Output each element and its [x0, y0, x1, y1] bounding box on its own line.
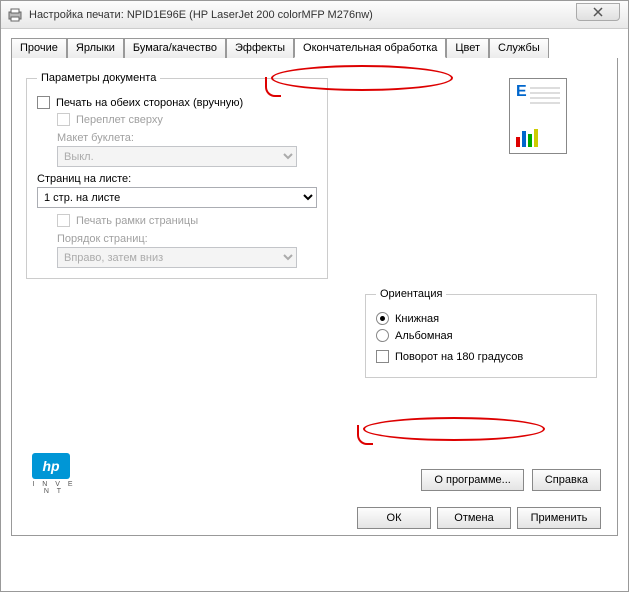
portrait-radio[interactable]	[376, 312, 389, 325]
tab-strip: Прочие Ярлыки Бумага/качество Эффекты Ок…	[11, 38, 618, 59]
tab-color[interactable]: Цвет	[446, 38, 489, 58]
tab-shortcuts[interactable]: Ярлыки	[67, 38, 124, 58]
cancel-button[interactable]: Отмена	[437, 507, 511, 529]
page-preview-icon: E	[509, 78, 567, 154]
docparams-legend: Параметры документа	[37, 72, 160, 84]
about-button[interactable]: О программе...	[421, 469, 523, 491]
print-borders-label: Печать рамки страницы	[76, 215, 198, 227]
client-area: Прочие Ярлыки Бумага/качество Эффекты Ок…	[1, 29, 628, 591]
booklet-layout-select: Выкл.	[57, 146, 297, 167]
flip-top-label: Переплет сверху	[76, 114, 163, 126]
tab-finishing[interactable]: Окончательная обработка	[294, 38, 446, 58]
print-both-sides-label: Печать на обеих сторонах (вручную)	[56, 97, 243, 109]
page-order-select: Вправо, затем вниз	[57, 247, 297, 268]
pages-per-sheet-label: Страниц на листе:	[37, 173, 317, 185]
portrait-label: Книжная	[395, 313, 439, 325]
print-both-sides-checkbox[interactable]	[37, 96, 50, 109]
rotate-180-checkbox[interactable]	[376, 350, 389, 363]
booklet-layout-label: Макет буклета:	[57, 132, 317, 144]
hp-logo-icon: hp I N V E N T	[32, 453, 76, 491]
tab-effects[interactable]: Эффекты	[226, 38, 294, 58]
pages-per-sheet-select[interactable]: 1 стр. на листе	[37, 187, 317, 208]
page-order-label: Порядок страниц:	[57, 233, 317, 245]
landscape-radio[interactable]	[376, 329, 389, 342]
help-button[interactable]: Справка	[532, 469, 601, 491]
rotate-180-label: Поворот на 180 градусов	[395, 351, 523, 363]
close-button[interactable]	[576, 3, 620, 21]
window-title: Настройка печати: NPID1E96E (HP LaserJet…	[29, 9, 373, 21]
printer-icon	[7, 7, 23, 23]
titlebar: Настройка печати: NPID1E96E (HP LaserJet…	[1, 1, 628, 29]
tab-paper-quality[interactable]: Бумага/качество	[124, 38, 226, 58]
tab-services[interactable]: Службы	[489, 38, 549, 58]
flip-top-checkbox	[57, 113, 70, 126]
tab-panel: Параметры документа Печать на обеих стор…	[11, 58, 618, 536]
ok-button[interactable]: ОК	[357, 507, 431, 529]
print-borders-checkbox	[57, 214, 70, 227]
orientation-legend: Ориентация	[376, 288, 446, 300]
landscape-label: Альбомная	[395, 330, 453, 342]
orientation-group: Ориентация Книжная Альбомная Поворот на …	[365, 288, 597, 378]
print-settings-dialog: Настройка печати: NPID1E96E (HP LaserJet…	[0, 0, 629, 592]
tab-other[interactable]: Прочие	[11, 38, 67, 58]
document-parameters-group: Параметры документа Печать на обеих стор…	[26, 72, 328, 279]
apply-button[interactable]: Применить	[517, 507, 601, 529]
